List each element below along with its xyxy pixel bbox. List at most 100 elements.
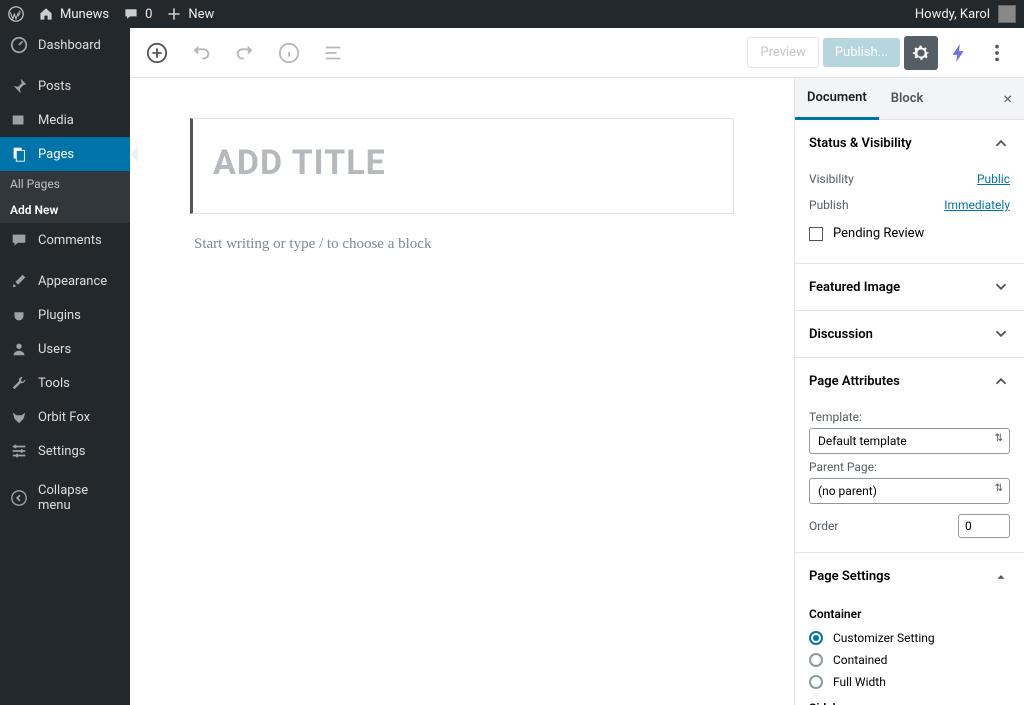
settings-toggle-button[interactable] xyxy=(904,36,938,70)
container-opt-contained[interactable]: Contained xyxy=(809,649,1010,671)
pending-label: Pending Review xyxy=(833,226,924,241)
template-label: Template: xyxy=(809,410,1010,424)
container-heading: Container xyxy=(809,607,1010,621)
sidebar-item-plugins[interactable]: Plugins xyxy=(0,298,130,332)
gear-icon xyxy=(910,42,932,64)
title-block[interactable]: ADD TITLE xyxy=(190,118,734,214)
panel-title: Discussion xyxy=(809,327,873,342)
admin-sidebar: Dashboard Posts Media Pages All Pages Ad… xyxy=(0,28,130,705)
list-icon xyxy=(322,42,344,64)
sidebar-label: Posts xyxy=(38,79,71,94)
plug-icon xyxy=(10,306,28,324)
container-opt-full-width[interactable]: Full Width xyxy=(809,671,1010,693)
visibility-value[interactable]: Public xyxy=(977,172,1010,186)
chevron-up-icon xyxy=(992,567,1010,585)
radio-icon xyxy=(809,675,823,689)
preview-button[interactable]: Preview xyxy=(747,37,818,68)
sidebar-label: Settings xyxy=(38,444,85,459)
add-block-button[interactable] xyxy=(140,36,174,70)
chevron-down-icon xyxy=(992,325,1010,343)
greeting: Howdy, Karol xyxy=(915,7,990,22)
dashboard-icon xyxy=(10,36,28,54)
wrench-icon xyxy=(10,374,28,392)
more-menu-button[interactable] xyxy=(980,36,1014,70)
user-icon xyxy=(10,340,28,358)
fox-icon xyxy=(10,408,28,426)
comment-count: 0 xyxy=(145,7,152,22)
editor-toolbar: Preview Publish... xyxy=(130,28,1024,78)
info-button[interactable] xyxy=(272,36,306,70)
visibility-label: Visibility xyxy=(809,172,854,186)
sidebar-label: Plugins xyxy=(38,308,81,323)
redo-icon xyxy=(234,42,256,64)
redo-button[interactable] xyxy=(228,36,262,70)
wp-logo[interactable] xyxy=(8,6,24,22)
sidebar-item-posts[interactable]: Posts xyxy=(0,69,130,103)
comments-link[interactable]: 0 xyxy=(123,6,152,22)
sidebar-item-media[interactable]: Media xyxy=(0,103,130,137)
tab-document[interactable]: Document xyxy=(795,78,879,120)
site-name-link[interactable]: Munews xyxy=(38,6,109,22)
sidebar-label: Media xyxy=(38,113,74,128)
sidebar-item-appearance[interactable]: Appearance xyxy=(0,264,130,298)
sidebar-label: Appearance xyxy=(38,274,107,289)
panel-title: Page Settings xyxy=(809,569,890,584)
panel-status-header[interactable]: Status & Visibility xyxy=(795,120,1024,166)
body-placeholder[interactable]: Start writing or type / to choose a bloc… xyxy=(190,234,734,255)
sidebar-item-dashboard[interactable]: Dashboard xyxy=(0,28,130,62)
undo-icon xyxy=(190,42,212,64)
sidebar-label: Pages xyxy=(38,147,74,162)
close-settings-button[interactable]: × xyxy=(991,81,1024,116)
chevron-down-icon xyxy=(992,278,1010,296)
sidebar-label: Tools xyxy=(38,376,70,391)
undo-button[interactable] xyxy=(184,36,218,70)
panel-title: Featured Image xyxy=(809,280,900,295)
outline-button[interactable] xyxy=(316,36,350,70)
sidebar-item-users[interactable]: Users xyxy=(0,332,130,366)
sidebar-sub-add-new[interactable]: Add New xyxy=(0,197,130,223)
panel-featured-header[interactable]: Featured Image xyxy=(795,264,1024,310)
panel-page-settings-header[interactable]: Page Settings xyxy=(795,553,1024,599)
sidebar-item-pages[interactable]: Pages xyxy=(0,137,130,171)
settings-panel: Document Block × Status & Visibility Vis… xyxy=(794,78,1024,705)
publish-label: Publish xyxy=(809,198,849,212)
panel-title: Status & Visibility xyxy=(809,136,912,151)
editor-canvas[interactable]: ADD TITLE Start writing or type / to cho… xyxy=(130,78,794,705)
account-link[interactable]: Howdy, Karol xyxy=(915,5,1016,23)
chevron-up-icon xyxy=(992,134,1010,152)
publish-value[interactable]: Immediately xyxy=(944,198,1010,212)
panel-discussion-header[interactable]: Discussion xyxy=(795,311,1024,357)
pending-review-checkbox[interactable]: Pending Review xyxy=(809,218,1010,249)
pin-icon xyxy=(10,77,28,95)
sidebar-item-tools[interactable]: Tools xyxy=(0,366,130,400)
sidebar-item-settings[interactable]: Settings xyxy=(0,434,130,468)
order-input[interactable] xyxy=(958,514,1010,538)
jetpack-button[interactable] xyxy=(942,36,976,70)
sliders-icon xyxy=(10,442,28,460)
sidebar-item-collapse[interactable]: Collapse menu xyxy=(0,475,130,521)
comment-icon xyxy=(10,231,28,249)
sidebar-sub-all-pages[interactable]: All Pages xyxy=(0,171,130,197)
pages-icon xyxy=(10,145,28,163)
panel-attributes-header[interactable]: Page Attributes xyxy=(795,358,1024,404)
brush-icon xyxy=(10,272,28,290)
sidebar-label: Orbit Fox xyxy=(38,410,90,425)
chevron-up-icon xyxy=(992,372,1010,390)
sidebar-submenu: All Pages Add New xyxy=(0,171,130,223)
wordpress-icon xyxy=(8,6,24,22)
sidebar-heading: Sidebar xyxy=(809,701,1010,705)
template-select[interactable]: Default template xyxy=(809,428,1010,454)
sidebar-item-comments[interactable]: Comments xyxy=(0,223,130,257)
collapse-icon xyxy=(10,489,28,507)
tab-block[interactable]: Block xyxy=(879,79,936,118)
new-link[interactable]: New xyxy=(166,6,214,22)
publish-button[interactable]: Publish... xyxy=(823,38,900,67)
sidebar-label: Users xyxy=(38,342,71,357)
new-label: New xyxy=(188,7,214,22)
bolt-icon xyxy=(948,42,970,64)
parent-select[interactable]: (no parent) xyxy=(809,478,1010,504)
sidebar-item-orbit-fox[interactable]: Orbit Fox xyxy=(0,400,130,434)
container-opt-customizer[interactable]: Customizer Setting xyxy=(809,627,1010,649)
info-icon xyxy=(278,42,300,64)
comment-icon xyxy=(123,6,139,22)
